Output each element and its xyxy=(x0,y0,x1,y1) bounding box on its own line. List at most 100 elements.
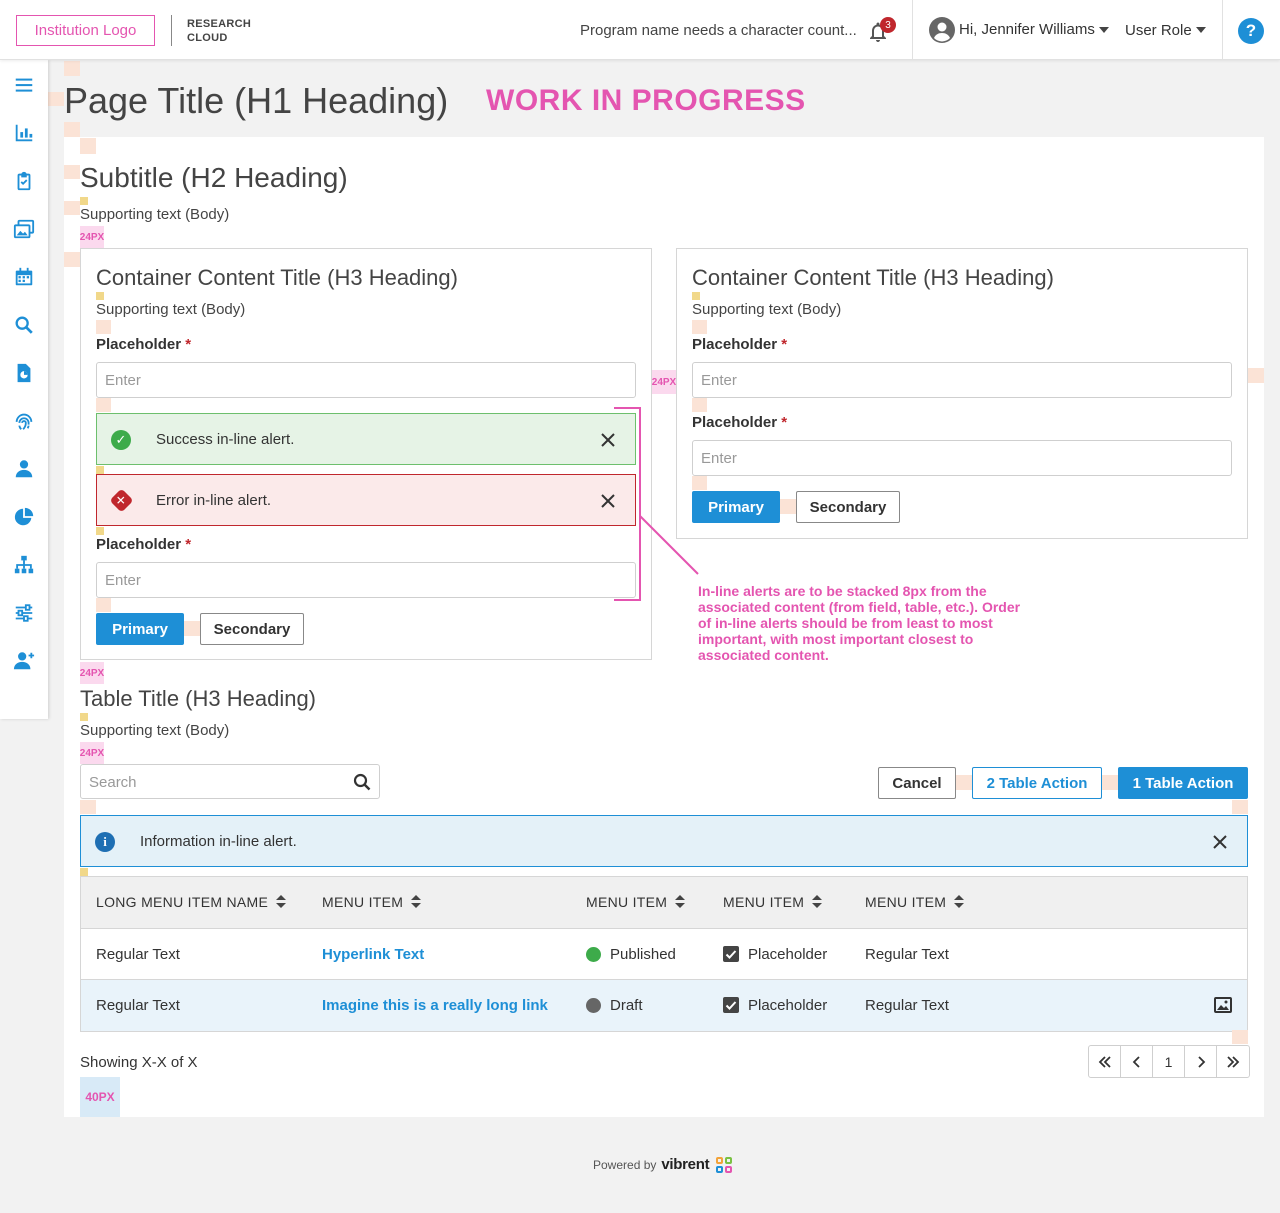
clipboard-icon[interactable] xyxy=(12,169,36,193)
column-header[interactable]: MENU ITEM xyxy=(586,894,686,910)
checkbox[interactable] xyxy=(723,997,739,1013)
column-header[interactable]: MENU ITEM xyxy=(723,894,823,910)
checkbox-label: Placeholder xyxy=(748,997,828,1014)
table-row[interactable]: Regular Text Imagine this is a really lo… xyxy=(81,980,1247,1031)
text-input[interactable]: Enter xyxy=(692,362,1232,398)
spacing-marker-40: 40PX xyxy=(80,1077,120,1117)
org-chart-icon[interactable] xyxy=(12,553,36,577)
institution-logo[interactable]: Institution Logo xyxy=(16,15,155,46)
error-alert: ✕ Error in-line alert. xyxy=(96,474,636,526)
brand-name: RESEARCH CLOUD xyxy=(187,17,251,45)
spacing-marker xyxy=(96,598,111,612)
add-user-icon[interactable] xyxy=(12,649,36,673)
table-cell: Regular Text xyxy=(96,997,180,1014)
column-header[interactable]: LONG MENU ITEM NAME xyxy=(96,894,287,910)
field-label: Placeholder * xyxy=(692,336,787,353)
status-text: Draft xyxy=(610,997,643,1014)
user-avatar-icon[interactable] xyxy=(929,17,955,43)
search-icon[interactable] xyxy=(12,313,36,337)
table-supporting-text: Supporting text (Body) xyxy=(80,722,230,739)
primary-button[interactable]: Primary xyxy=(692,491,780,523)
sort-icon[interactable] xyxy=(675,895,686,909)
program-name: Program name needs a character count... xyxy=(580,22,857,39)
pagination-summary: Showing X-X of X xyxy=(80,1054,198,1071)
spacing-marker xyxy=(692,398,707,412)
image-icon[interactable] xyxy=(1214,997,1232,1013)
brand-divider xyxy=(171,15,172,46)
primary-button[interactable]: Primary xyxy=(96,613,184,645)
spacing-marker xyxy=(1248,368,1264,383)
card-title: Container Content Title (H3 Heading) xyxy=(96,265,458,290)
close-icon[interactable] xyxy=(1211,833,1229,851)
table-action-1-button[interactable]: 1 Table Action xyxy=(1118,767,1248,799)
text-input[interactable]: Enter xyxy=(96,362,636,398)
calendar-icon[interactable] xyxy=(12,265,36,289)
spacing-marker xyxy=(96,466,104,474)
checkbox[interactable] xyxy=(723,946,739,962)
media-icon[interactable] xyxy=(12,217,36,241)
page-title: Page Title (H1 Heading) xyxy=(64,80,449,121)
spacing-marker xyxy=(1232,1030,1248,1044)
help-button[interactable]: ? xyxy=(1238,18,1264,44)
field-label: Placeholder * xyxy=(96,336,191,353)
spacing-marker xyxy=(80,868,88,876)
last-page-icon[interactable] xyxy=(1217,1046,1249,1077)
header-divider xyxy=(912,0,913,60)
field-label-text: Placeholder xyxy=(96,536,182,553)
spacing-marker xyxy=(780,499,796,514)
sort-icon[interactable] xyxy=(812,895,823,909)
user-icon[interactable] xyxy=(12,457,36,481)
chevron-down-icon[interactable] xyxy=(1099,27,1109,33)
text-input[interactable]: Enter xyxy=(692,440,1232,476)
sidebar xyxy=(0,60,48,719)
chevron-down-icon[interactable] xyxy=(1196,27,1206,33)
sort-icon[interactable] xyxy=(276,895,287,909)
page-subtitle: Subtitle (H2 Heading) xyxy=(80,162,348,193)
error-icon: ✕ xyxy=(109,488,134,513)
alert-text: Information in-line alert. xyxy=(140,833,297,850)
table-cell: Regular Text xyxy=(96,946,180,963)
sliders-icon[interactable] xyxy=(12,601,36,625)
pie-chart-icon[interactable] xyxy=(12,505,36,529)
search-icon[interactable] xyxy=(353,773,371,791)
chart-icon[interactable] xyxy=(12,121,36,145)
table-row[interactable]: Regular Text Hyperlink Text Published Pl… xyxy=(81,929,1247,980)
alert-text: Success in-line alert. xyxy=(156,431,295,448)
required-asterisk: * xyxy=(185,536,192,553)
menu-icon[interactable] xyxy=(12,73,36,97)
column-header[interactable]: MENU ITEM xyxy=(322,894,422,910)
footer: Powered by vibrent xyxy=(593,1156,733,1173)
sort-icon[interactable] xyxy=(954,895,965,909)
spacing-marker xyxy=(80,800,96,814)
previous-page-icon[interactable] xyxy=(1121,1046,1153,1077)
table-link[interactable]: Hyperlink Text xyxy=(322,946,424,963)
pagination: 1 xyxy=(1088,1045,1250,1078)
notification-badge: 3 xyxy=(880,17,896,33)
search-placeholder: Search xyxy=(89,774,137,791)
column-header[interactable]: MENU ITEM xyxy=(865,894,965,910)
text-input[interactable]: Enter xyxy=(96,562,636,598)
report-icon[interactable] xyxy=(12,361,36,385)
page-number[interactable]: 1 xyxy=(1153,1046,1185,1077)
search-input[interactable]: Search xyxy=(80,764,380,799)
powered-by-text: Powered by xyxy=(593,1157,657,1172)
status-text: Published xyxy=(610,946,676,963)
next-page-icon[interactable] xyxy=(1185,1046,1217,1077)
work-in-progress-label: WORK IN PROGRESS xyxy=(486,84,806,117)
field-label-text: Placeholder xyxy=(96,336,182,353)
spacing-marker xyxy=(64,252,80,267)
card-title: Container Content Title (H3 Heading) xyxy=(692,265,1054,290)
fingerprint-icon[interactable] xyxy=(12,409,36,433)
spacing-marker xyxy=(80,197,88,205)
secondary-button[interactable]: Secondary xyxy=(200,613,304,645)
cancel-button[interactable]: Cancel xyxy=(878,767,956,799)
secondary-button[interactable]: Secondary xyxy=(796,491,900,523)
user-greeting[interactable]: Hi, Jennifer Williams xyxy=(959,21,1095,38)
table-action-2-button[interactable]: 2 Table Action xyxy=(972,767,1102,799)
user-role-select[interactable]: User Role xyxy=(1125,22,1192,39)
table-header: LONG MENU ITEM NAME MENU ITEM MENU ITEM … xyxy=(81,877,1247,929)
first-page-icon[interactable] xyxy=(1089,1046,1121,1077)
table-link[interactable]: Imagine this is a really long link xyxy=(322,997,548,1014)
info-alert: i Information in-line alert. xyxy=(80,815,1248,867)
sort-icon[interactable] xyxy=(411,895,422,909)
